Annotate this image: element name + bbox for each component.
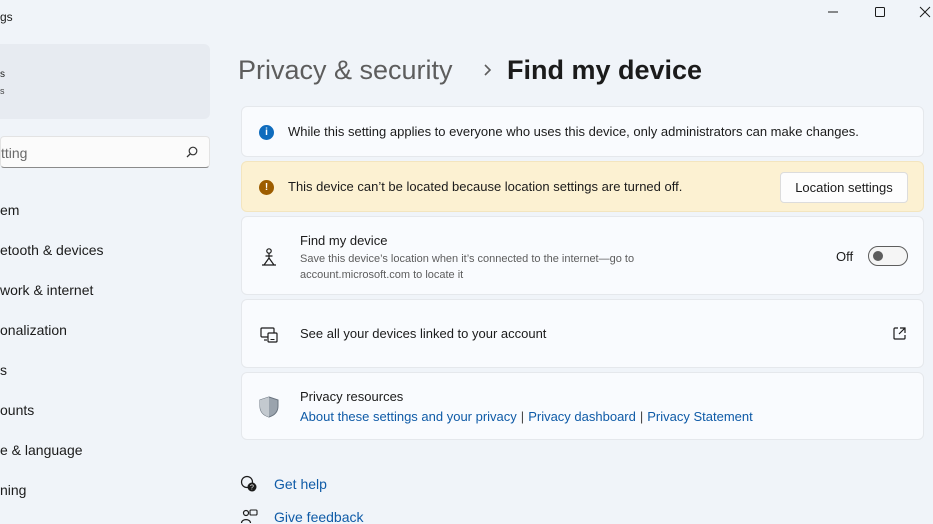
- privacy-resources-card: Privacy resources About these settings a…: [241, 372, 924, 440]
- minimize-button[interactable]: [810, 0, 856, 24]
- get-help-icon: ?: [240, 475, 257, 492]
- window-title: gs: [0, 10, 13, 24]
- privacy-statement-link[interactable]: Privacy Statement: [647, 409, 753, 424]
- sidebar-item-accounts[interactable]: ounts: [0, 402, 34, 418]
- profile-email: s: [0, 86, 5, 96]
- search-icon: [186, 146, 198, 158]
- minimize-icon: [828, 11, 838, 13]
- warning-icon: !: [259, 180, 274, 195]
- close-icon: [919, 6, 931, 18]
- chevron-right-icon: [484, 64, 492, 76]
- find-my-device-toggle[interactable]: [868, 246, 908, 266]
- privacy-dashboard-link[interactable]: Privacy dashboard: [528, 409, 636, 424]
- page-title: Find my device: [507, 55, 703, 85]
- give-feedback-item[interactable]: Give feedback: [240, 507, 364, 524]
- user-profile-card[interactable]: s s: [0, 44, 210, 119]
- info-icon: i: [259, 125, 274, 140]
- about-settings-privacy-link[interactable]: About these settings and your privacy: [300, 409, 517, 424]
- profile-name: s: [0, 69, 5, 80]
- close-button[interactable]: [902, 0, 933, 24]
- link-separator: |: [520, 409, 525, 424]
- linked-devices-label: See all your devices linked to your acco…: [300, 326, 547, 341]
- sidebar-item-bluetooth[interactable]: etooth & devices: [0, 242, 104, 258]
- breadcrumb-privacy-security[interactable]: Privacy & security: [238, 55, 453, 86]
- give-feedback-link[interactable]: Give feedback: [274, 509, 364, 524]
- toggle-knob: [873, 251, 883, 261]
- sidebar-item-system[interactable]: em: [0, 202, 19, 218]
- devices-icon: [260, 327, 278, 343]
- external-link-icon: [893, 327, 906, 340]
- shield-icon: [259, 396, 279, 418]
- maximize-icon: [875, 7, 885, 17]
- find-my-device-description: Save this device’s location when it’s co…: [300, 253, 635, 281]
- admin-info-banner: i While this setting applies to everyone…: [241, 106, 924, 157]
- privacy-resources-title: Privacy resources: [300, 389, 404, 404]
- warning-banner-text: This device can’t be located because loc…: [288, 179, 683, 194]
- sidebar-item-apps[interactable]: s: [0, 362, 7, 378]
- linked-devices-link[interactable]: See all your devices linked to your acco…: [241, 299, 924, 368]
- svg-text:?: ?: [250, 485, 254, 492]
- sidebar-item-gaming[interactable]: ning: [0, 482, 26, 498]
- location-settings-button[interactable]: Location settings: [780, 172, 908, 203]
- search-input-value: tting: [1, 145, 28, 161]
- get-help-item[interactable]: ? Get help: [240, 474, 327, 494]
- privacy-links: About these settings and your privacy | Pr…: [300, 409, 753, 424]
- maximize-button[interactable]: [857, 0, 903, 24]
- link-separator: |: [639, 409, 644, 424]
- settings-search-input[interactable]: tting: [0, 136, 210, 168]
- find-my-device-setting: Find my device Save this device’s locati…: [241, 216, 924, 295]
- sidebar-item-network[interactable]: work & internet: [0, 282, 93, 298]
- location-warning-banner: ! This device can’t be located because l…: [241, 161, 924, 212]
- toggle-state-label: Off: [836, 249, 854, 264]
- sidebar-item-personalization[interactable]: onalization: [0, 322, 67, 338]
- sidebar-item-time-language[interactable]: e & language: [0, 442, 83, 458]
- find-device-person-icon: [262, 248, 276, 266]
- info-banner-text: While this setting applies to everyone w…: [288, 124, 859, 139]
- find-my-device-title: Find my device: [300, 233, 388, 248]
- feedback-icon: [240, 509, 258, 524]
- get-help-link[interactable]: Get help: [274, 476, 327, 492]
